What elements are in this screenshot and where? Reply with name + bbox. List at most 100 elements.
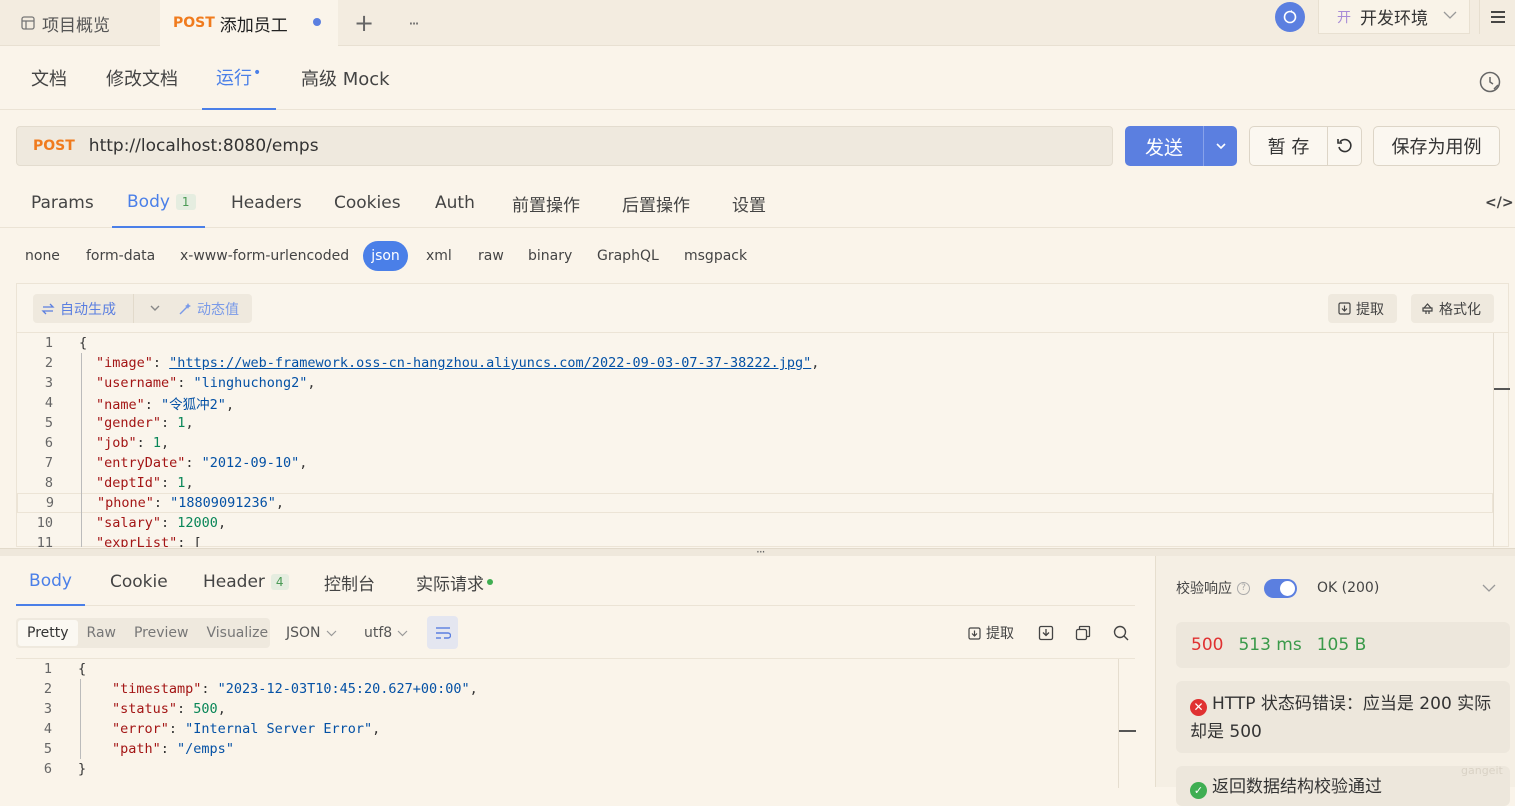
- code-sep: :: [177, 535, 194, 547]
- tab-edit-doc[interactable]: 修改文档: [106, 46, 178, 110]
- tab-run[interactable]: 运行 •: [202, 46, 276, 110]
- encoding-select[interactable]: utf8: [364, 618, 408, 648]
- view-visualize[interactable]: Visualize: [197, 620, 277, 646]
- tab-response-header[interactable]: Header 4: [203, 558, 289, 606]
- menu-icon[interactable]: [1479, 0, 1515, 34]
- body-type-graphql[interactable]: GraphQL: [597, 241, 659, 271]
- tab-advanced-mock[interactable]: 高级 Mock: [301, 46, 390, 110]
- response-body-viewer[interactable]: 1{2 "timestamp": "2023-12-03T10:45:20.627…: [16, 658, 1136, 788]
- count-badge: 4: [270, 574, 289, 590]
- sync-icon[interactable]: [1275, 2, 1305, 32]
- tab-pre-operations[interactable]: 前置操作: [512, 178, 580, 228]
- status-dot: [487, 579, 493, 585]
- view-preview[interactable]: Preview: [125, 620, 198, 646]
- brush-icon: [1421, 302, 1434, 315]
- code-sep: :: [161, 415, 178, 431]
- error-message: HTTP 状态码错误：应当是 200 实际却是 500: [1190, 694, 1492, 742]
- tab-doc[interactable]: 文档: [31, 46, 67, 110]
- tab-body[interactable]: Body 1: [112, 178, 205, 228]
- tab-add-employee[interactable]: POST 添加员工: [160, 0, 338, 46]
- code-content: "entryDate": "2012-09-10",: [96, 455, 307, 471]
- panel-resizer[interactable]: ···: [0, 546, 1515, 558]
- history-icon[interactable]: [1478, 70, 1502, 98]
- body-type-json[interactable]: json: [363, 241, 408, 271]
- response-extract-button[interactable]: 提取: [968, 618, 1014, 648]
- tab-cookies[interactable]: Cookies: [334, 178, 401, 228]
- code-key: "entryDate": [96, 455, 186, 471]
- line-number: 6: [44, 435, 53, 451]
- editor-scrollbar[interactable]: [1493, 333, 1510, 547]
- code-sep: :: [160, 741, 178, 757]
- validation-toggle[interactable]: [1264, 578, 1297, 598]
- response-scrollbar[interactable]: [1118, 659, 1136, 788]
- line-number: 4: [44, 395, 53, 411]
- wrap-toggle-icon[interactable]: [427, 616, 458, 649]
- swap-icon: [41, 303, 55, 315]
- auto-generate-button[interactable]: 自动生成: [33, 294, 176, 323]
- tab-settings[interactable]: 设置: [732, 178, 766, 228]
- view-pretty[interactable]: Pretty: [18, 620, 78, 646]
- tab-project-overview[interactable]: 项目概览: [0, 0, 160, 46]
- body-type-binary[interactable]: binary: [528, 241, 572, 271]
- code-end: ,: [469, 681, 478, 697]
- more-tabs-button[interactable]: ···: [400, 0, 426, 46]
- save-as-case-button[interactable]: 保存为用例: [1373, 126, 1500, 166]
- response-tabs: Body Cookie Header 4 控制台 实际请求: [16, 558, 1135, 606]
- tab-params[interactable]: Params: [31, 178, 94, 228]
- code-end: ,: [275, 495, 284, 511]
- send-options-button[interactable]: [1203, 126, 1237, 166]
- method-badge: POST: [173, 15, 215, 31]
- search-icon[interactable]: [1113, 625, 1129, 645]
- request-code-lines: 1{2 "image": "https://web-framework.oss-c…: [17, 333, 1508, 547]
- copy-icon[interactable]: [1075, 625, 1091, 645]
- env-badge: 开: [1337, 9, 1351, 26]
- tab-run-label: 运行: [216, 68, 252, 89]
- view-raw[interactable]: Raw: [78, 620, 125, 646]
- body-type-urlencoded[interactable]: x-www-form-urlencoded: [180, 241, 349, 271]
- tab-response-body[interactable]: Body: [16, 558, 85, 606]
- code-val: 500: [193, 701, 218, 717]
- environment-selector[interactable]: 开 开发环境: [1318, 0, 1470, 34]
- line-number: 8: [44, 475, 53, 491]
- format-button[interactable]: 格式化: [1411, 294, 1494, 323]
- request-body-editor[interactable]: 自动生成 动态值 提取 格式化 1{2 "image": "https://web…: [16, 283, 1510, 547]
- tab-headers[interactable]: Headers: [231, 178, 302, 228]
- validation-status-select[interactable]: OK (200): [1317, 580, 1379, 596]
- body-type-msgpack[interactable]: msgpack: [684, 241, 747, 271]
- extract-icon: [1338, 302, 1351, 315]
- extract-button[interactable]: 提取: [1328, 294, 1397, 323]
- tab-console[interactable]: 控制台: [324, 558, 375, 606]
- format-select[interactable]: JSON: [286, 618, 337, 648]
- response-time: 513 ms: [1238, 635, 1302, 655]
- code-val: "2023-12-03T10:45:20.627+00:00": [217, 681, 470, 697]
- chevron-down-icon[interactable]: [1482, 584, 1496, 593]
- code-icon[interactable]: </>: [1485, 178, 1514, 228]
- validation-panel: 校验响应 ? OK (200) 500 513 ms 105 B ✕ HTTP 状…: [1155, 556, 1515, 806]
- method-label[interactable]: POST: [33, 138, 75, 154]
- body-type-none[interactable]: none: [25, 241, 60, 271]
- reset-button[interactable]: [1327, 126, 1362, 166]
- tab-post-operations[interactable]: 后置操作: [622, 178, 690, 228]
- tab-label: 添加员工: [219, 15, 288, 36]
- download-icon[interactable]: [1038, 625, 1054, 645]
- save-button[interactable]: 暂 存: [1249, 126, 1328, 166]
- line-number: 5: [43, 741, 52, 757]
- tab-actual-request[interactable]: 实际请求: [416, 558, 493, 606]
- tab-response-cookie[interactable]: Cookie: [110, 558, 168, 606]
- line-number: 10: [36, 515, 53, 531]
- body-type-form-data[interactable]: form-data: [86, 241, 155, 271]
- send-button[interactable]: 发送: [1125, 126, 1203, 166]
- code-line: 2 "image": "https://web-framework.oss-cn-…: [17, 353, 1493, 373]
- status-code: 500: [1191, 635, 1224, 655]
- body-type-xml[interactable]: xml: [426, 241, 452, 271]
- new-tab-button[interactable]: +: [352, 0, 376, 46]
- body-type-raw[interactable]: raw: [478, 241, 504, 271]
- url-input[interactable]: http://localhost:8080/emps: [89, 136, 319, 156]
- success-icon: ✓: [1190, 782, 1207, 799]
- dynamic-value-button[interactable]: 动态值: [170, 294, 252, 323]
- tab-auth[interactable]: Auth: [435, 178, 475, 228]
- chevron-down-icon: [1443, 10, 1457, 20]
- code-line: 6}: [16, 759, 1118, 779]
- code-key: "deptId": [96, 475, 162, 491]
- editor-toolbar: 自动生成 动态值 提取 格式化: [17, 284, 1508, 333]
